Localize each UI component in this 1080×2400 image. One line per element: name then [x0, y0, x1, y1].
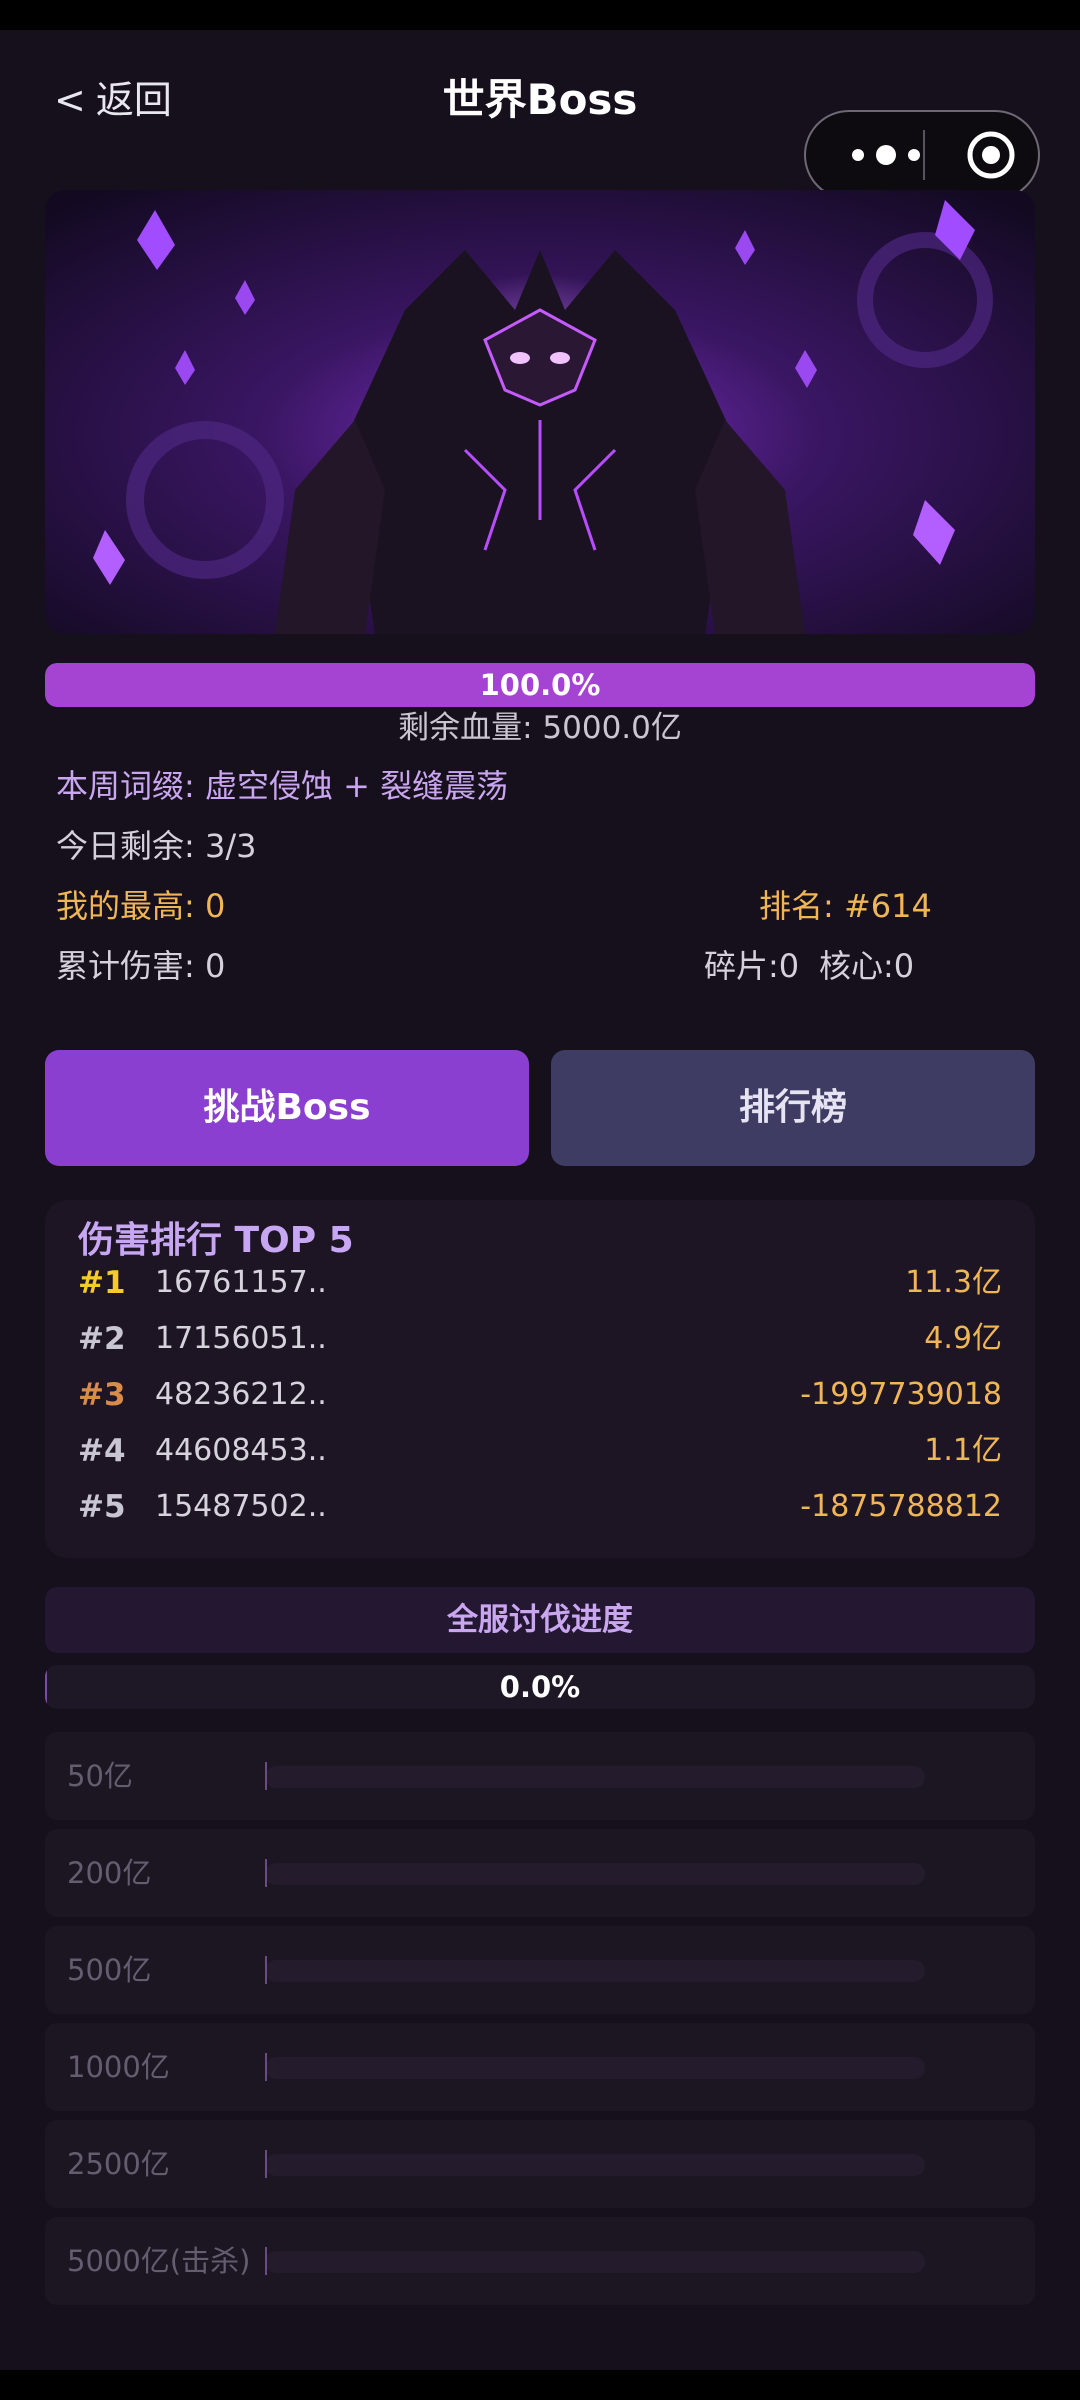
- leaderboard-button[interactable]: 排行榜: [551, 1050, 1035, 1166]
- rank-number: #1: [78, 1265, 126, 1301]
- milestone-track: [265, 2057, 925, 2079]
- milestone-label: 1000亿: [67, 2050, 170, 2084]
- milestone-track: [265, 1863, 925, 1885]
- milestone-row: 1000亿: [45, 2023, 1035, 2111]
- cores-count: 核心:0: [819, 947, 915, 985]
- challenge-boss-button[interactable]: 挑战Boss: [45, 1050, 529, 1166]
- milestone-tick: [265, 1762, 267, 1790]
- milestone-label: 500亿: [67, 1953, 152, 1987]
- server-progress-percent: 0.0%: [499, 1670, 581, 1704]
- milestone-row: 50亿: [45, 1732, 1035, 1820]
- table-row: #5 15487502.. -1875788812: [45, 1479, 1035, 1535]
- milestone-tick: [265, 2053, 267, 2081]
- server-progress-bar: 0.0%: [45, 1665, 1035, 1709]
- damage-value: 1.1亿: [924, 1433, 1002, 1468]
- target-circle-icon[interactable]: [956, 112, 1026, 198]
- shards-count: 碎片:0: [704, 947, 800, 985]
- milestone-tick: [265, 1859, 267, 1887]
- damage-value: 11.3亿: [905, 1265, 1002, 1300]
- milestone-row: 2500亿: [45, 2120, 1035, 2208]
- boss-hp-remaining: 剩余血量: 5000.0亿: [398, 710, 682, 746]
- milestone-row: 200亿: [45, 1829, 1035, 1917]
- damage-value: 4.9亿: [924, 1321, 1002, 1356]
- milestone-label: 2500亿: [67, 2147, 170, 2181]
- milestone-label: 50亿: [67, 1759, 133, 1793]
- boss-hp-bar: 100.0%: [45, 663, 1035, 707]
- capsule-divider: [923, 130, 925, 180]
- status-bar: [0, 0, 1080, 30]
- milestone-track: [265, 2251, 925, 2273]
- boss-hp-percent: 100.0%: [479, 668, 601, 702]
- milestone-track: [265, 1960, 925, 1982]
- milestone-row: 5000亿(击杀): [45, 2217, 1035, 2305]
- milestone-track: [265, 2154, 925, 2176]
- player-id: 48236212..: [155, 1377, 327, 1412]
- damage-top5-panel: 伤害排行 TOP 5 #1 16761157.. 11.3亿 #2 171560…: [45, 1200, 1035, 1558]
- table-row: #1 16761157.. 11.3亿: [45, 1255, 1035, 1311]
- milestone-tick: [265, 2247, 267, 2275]
- milestone-track: [265, 1766, 925, 1788]
- player-id: 15487502..: [155, 1489, 327, 1524]
- milestone-label: 200亿: [67, 1856, 152, 1890]
- home-indicator-bar: [0, 2370, 1080, 2400]
- milestone-row: 500亿: [45, 1926, 1035, 2014]
- damage-value: -1997739018: [800, 1377, 1002, 1412]
- milestone-tick: [265, 1956, 267, 1984]
- boss-banner-image: [45, 190, 1035, 634]
- rank-number: #5: [78, 1489, 126, 1525]
- rank-number: #2: [78, 1321, 126, 1357]
- world-boss-screen: < 返回 世界Boss 100.0% 剩余血量: 5000.0亿 本周词缀: 虚…: [0, 0, 1080, 2400]
- player-id: 17156051..: [155, 1321, 327, 1356]
- milestone-tick: [265, 2150, 267, 2178]
- my-rank: 排名: #614: [759, 887, 932, 925]
- player-id: 44608453..: [155, 1433, 327, 1468]
- rank-number: #4: [78, 1433, 126, 1469]
- mini-program-capsule: [804, 110, 1040, 200]
- milestone-label: 5000亿(击杀): [67, 2244, 251, 2278]
- table-row: #3 48236212.. -1997739018: [45, 1367, 1035, 1423]
- today-remaining: 今日剩余: 3/3: [56, 827, 257, 865]
- my-best-score: 我的最高: 0: [56, 887, 226, 925]
- total-damage: 累计伤害: 0: [56, 947, 226, 985]
- server-progress-title: 全服讨伐进度: [45, 1587, 1035, 1653]
- table-row: #4 44608453.. 1.1亿: [45, 1423, 1035, 1479]
- player-id: 16761157..: [155, 1265, 327, 1300]
- weekly-affix: 本周词缀: 虚空侵蚀 + 裂缝震荡: [56, 767, 509, 805]
- damage-value: -1875788812: [800, 1489, 1002, 1524]
- rank-number: #3: [78, 1377, 126, 1413]
- table-row: #2 17156051.. 4.9亿: [45, 1311, 1035, 1367]
- more-dots-icon[interactable]: [836, 112, 936, 198]
